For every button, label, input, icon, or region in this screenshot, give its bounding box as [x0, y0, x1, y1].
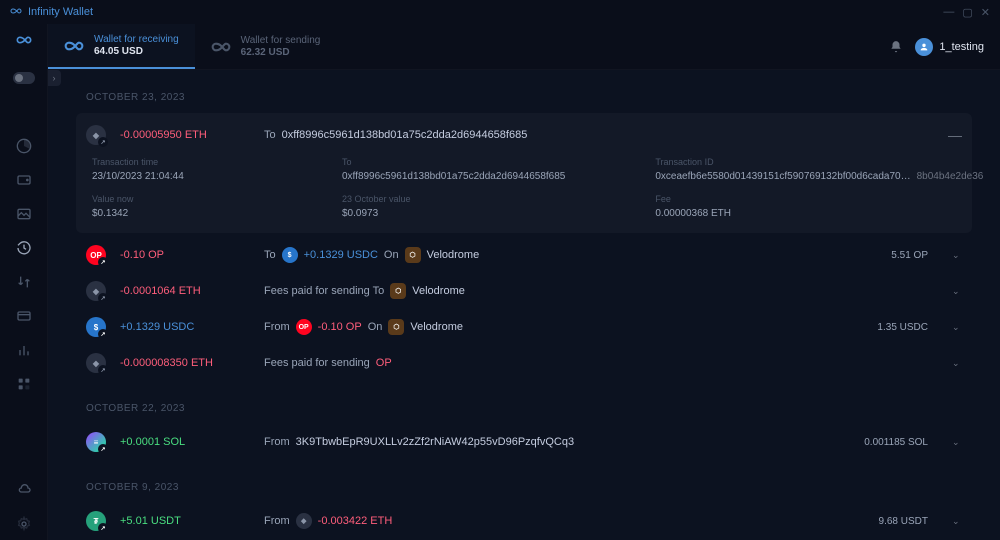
op-icon: OP↗ — [86, 245, 106, 265]
usdc-icon: $↗ — [86, 317, 106, 337]
tx-amount: +0.1329 USDC — [120, 321, 250, 333]
eth-icon: ◆↗ — [86, 281, 106, 301]
transaction-row[interactable]: OP↗ -0.10 OP To $ +0.1329 USDC On ⬡ Velo… — [76, 237, 972, 273]
nav-apps-icon[interactable] — [16, 376, 32, 392]
collapse-sidebar-icon[interactable]: › — [48, 70, 61, 86]
wallet-value: 64.05 USD — [94, 46, 179, 58]
transaction-list: OCTOBER 23, 2023 ◆↗ -0.00005950 ETH To 0… — [48, 70, 1000, 540]
wallet-value: 62.32 USD — [241, 47, 321, 59]
tx-description: To 0xff8996c5961d138bd01a75c2dda2d694465… — [264, 129, 934, 141]
close-icon[interactable]: ✕ — [981, 6, 990, 19]
chevron-down-icon: ⌄ — [952, 250, 962, 261]
nav-history-icon[interactable] — [16, 240, 32, 256]
chevron-down-icon: ⌄ — [952, 437, 962, 448]
tx-description: To $ +0.1329 USDC On ⬡ Velodrome — [264, 247, 877, 263]
eth-icon: ◆↗ — [86, 353, 106, 373]
tx-balance: 1.35 USDC — [877, 322, 928, 333]
date-header: OCTOBER 23, 2023 — [86, 92, 972, 103]
tx-description: From OP -0.10 OP On ⬡ Velodrome — [264, 319, 863, 335]
tx-balance: 9.68 USDT — [879, 516, 928, 527]
collapse-icon[interactable]: — — [948, 127, 962, 143]
transaction-row[interactable]: ◆↗ -0.0001064 ETH Fees paid for sending … — [76, 273, 972, 309]
tx-description: From ◆ -0.003422 ETH — [264, 513, 865, 529]
user-name: 1_testing — [939, 41, 984, 53]
transaction-expanded: ◆↗ -0.00005950 ETH To 0xff8996c5961d138b… — [76, 113, 972, 233]
logo-icon[interactable] — [16, 32, 32, 48]
eth-icon: ◆ — [296, 513, 312, 529]
app-icon: ⬡ — [405, 247, 421, 263]
eth-icon: ◆↗ — [86, 125, 106, 145]
tx-amount: -0.00005950 ETH — [120, 129, 250, 141]
wallet-name: Wallet for receiving — [94, 34, 179, 46]
sol-icon: ≡↗ — [86, 432, 106, 452]
tx-amount: +0.0001 SOL — [120, 436, 250, 448]
toggle-theme[interactable] — [13, 72, 35, 84]
nav-swap-icon[interactable] — [16, 274, 32, 290]
transaction-row[interactable]: ◆↗ -0.000008350 ETH Fees paid for sendin… — [76, 345, 972, 381]
tx-description: From 3K9TbwbEpR9UXLLv2zZf2rNiAW42p55vD96… — [264, 436, 850, 448]
nav-chart-icon[interactable] — [16, 342, 32, 358]
tx-description: Fees paid for sending To ⬡ Velodrome — [264, 283, 938, 299]
tx-amount: -0.0001064 ETH — [120, 285, 250, 297]
usdc-icon: $ — [282, 247, 298, 263]
app-icon: ⬡ — [388, 319, 404, 335]
nav-image-icon[interactable] — [16, 206, 32, 222]
nav-pie-icon[interactable] — [16, 138, 32, 154]
wallet-tab-receiving[interactable]: Wallet for receiving 64.05 USD — [48, 24, 195, 69]
infinity-icon — [64, 36, 84, 56]
wallet-tab-sending[interactable]: Wallet for sending 62.32 USD — [195, 24, 337, 69]
app-icon: ⬡ — [390, 283, 406, 299]
tx-balance: 5.51 OP — [891, 250, 928, 261]
infinity-icon — [211, 37, 231, 57]
tx-description: Fees paid for sending OP — [264, 357, 938, 369]
nav-card-icon[interactable] — [16, 308, 32, 324]
top-bar: Wallet for receiving 64.05 USD Wallet fo… — [48, 24, 1000, 70]
date-header: OCTOBER 22, 2023 — [86, 403, 972, 414]
tx-balance: 0.001185 SOL — [864, 437, 928, 448]
nav-settings-icon[interactable] — [16, 516, 32, 532]
title-bar: Infinity Wallet — ▢ ✕ — [0, 0, 1000, 24]
chevron-down-icon: ⌄ — [952, 358, 962, 369]
avatar — [915, 38, 933, 56]
infinity-icon — [10, 5, 22, 20]
bell-icon[interactable] — [889, 40, 903, 54]
wallet-name: Wallet for sending — [241, 35, 321, 47]
chevron-down-icon: ⌄ — [952, 286, 962, 297]
nav-cloud-icon[interactable] — [16, 482, 32, 498]
chevron-down-icon: ⌄ — [952, 322, 962, 333]
transaction-row[interactable]: ₮↗ +5.01 USDT From ◆ -0.003422 ETH 9.68 … — [76, 503, 972, 539]
sidebar — [0, 24, 48, 540]
tx-amount: +5.01 USDT — [120, 515, 250, 527]
nav-wallet-icon[interactable] — [16, 172, 32, 188]
chevron-down-icon: ⌄ — [952, 516, 962, 527]
date-header: OCTOBER 9, 2023 — [86, 482, 972, 493]
transaction-row[interactable]: ≡↗ +0.0001 SOL From 3K9TbwbEpR9UXLLv2zZf… — [76, 424, 972, 460]
minimize-icon[interactable]: — — [943, 6, 954, 19]
tx-amount: -0.000008350 ETH — [120, 357, 250, 369]
maximize-icon[interactable]: ▢ — [962, 6, 972, 19]
user-menu[interactable]: 1_testing — [915, 38, 984, 56]
transaction-row[interactable]: $↗ +0.1329 USDC From OP -0.10 OP On ⬡ Ve… — [76, 309, 972, 345]
op-icon: OP — [296, 319, 312, 335]
tx-amount: -0.10 OP — [120, 249, 250, 261]
app-title: Infinity Wallet — [28, 6, 93, 18]
usdt-icon: ₮↗ — [86, 511, 106, 531]
